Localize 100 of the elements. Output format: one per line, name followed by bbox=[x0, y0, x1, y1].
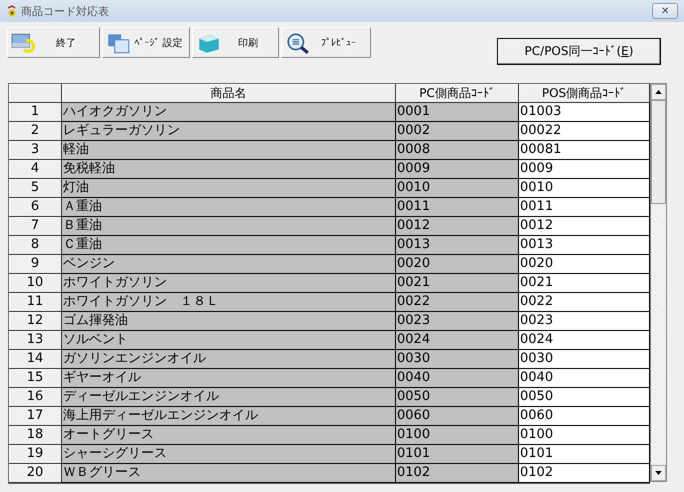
table-cell[interactable]: 海上用ディーゼルエンジンオイル bbox=[62, 407, 396, 426]
row-header[interactable]: 12 bbox=[9, 312, 62, 331]
scroll-down-button[interactable] bbox=[651, 465, 666, 481]
table-cell[interactable]: ディーゼルエンジンオイル bbox=[62, 388, 396, 407]
table-cell[interactable]: 0008 bbox=[396, 141, 519, 160]
table-cell[interactable]: 免税軽油 bbox=[62, 160, 396, 179]
table-cell[interactable]: レギュラーガソリン bbox=[62, 122, 396, 141]
row-header[interactable]: 1 bbox=[9, 103, 62, 122]
table-cell[interactable]: 0011 bbox=[396, 198, 519, 217]
table-cell[interactable]: ホワイトガソリン bbox=[62, 274, 396, 293]
table-cell[interactable]: 0010 bbox=[396, 179, 519, 198]
table-cell[interactable]: ソルベント bbox=[62, 331, 396, 350]
table-cell[interactable]: Ａ重油 bbox=[62, 198, 396, 217]
table-cell[interactable]: ベンジン bbox=[62, 255, 396, 274]
table-cell[interactable]: 01003 bbox=[519, 103, 650, 122]
table-cell[interactable]: ハイオクガソリン bbox=[62, 103, 396, 122]
table-cell[interactable]: Ｃ重油 bbox=[62, 236, 396, 255]
row-header[interactable]: 15 bbox=[9, 369, 62, 388]
row-header[interactable]: 11 bbox=[9, 293, 62, 312]
row-header[interactable]: 8 bbox=[9, 236, 62, 255]
table-cell[interactable]: 0101 bbox=[519, 445, 650, 464]
table-cell[interactable]: 0022 bbox=[396, 293, 519, 312]
table-cell[interactable]: 00081 bbox=[519, 141, 650, 160]
row-header[interactable]: 14 bbox=[9, 350, 62, 369]
row-header[interactable]: 7 bbox=[9, 217, 62, 236]
row-header[interactable]: 6 bbox=[9, 198, 62, 217]
table-cell[interactable]: 0050 bbox=[519, 388, 650, 407]
table-cell[interactable]: 0040 bbox=[396, 369, 519, 388]
table-cell[interactable]: 0021 bbox=[396, 274, 519, 293]
table-cell[interactable]: 0011 bbox=[519, 198, 650, 217]
scroll-up-button[interactable] bbox=[651, 84, 666, 100]
pages-icon bbox=[106, 32, 132, 54]
down-arrow-icon bbox=[655, 471, 662, 475]
table-cell[interactable]: シャーシグリース bbox=[62, 445, 396, 464]
table-cell[interactable]: ホワイトガソリン １８Ｌ bbox=[62, 293, 396, 312]
table-cell[interactable]: 0020 bbox=[396, 255, 519, 274]
row-header[interactable]: 10 bbox=[9, 274, 62, 293]
row-header[interactable]: 4 bbox=[9, 160, 62, 179]
up-arrow-icon bbox=[655, 90, 662, 94]
monitor-arrow-icon bbox=[11, 32, 37, 54]
row-header[interactable]: 5 bbox=[9, 179, 62, 198]
table-cell[interactable]: ギヤーオイル bbox=[62, 369, 396, 388]
table-cell[interactable]: 0009 bbox=[396, 160, 519, 179]
window-title: 商品コード対応表 bbox=[21, 4, 110, 18]
row-header[interactable]: 16 bbox=[9, 388, 62, 407]
table-cell[interactable]: 0030 bbox=[396, 350, 519, 369]
table-cell[interactable]: 0102 bbox=[519, 464, 650, 483]
column-header[interactable]: POS側商品ｺｰﾄﾞ bbox=[519, 84, 650, 103]
table-cell[interactable]: 0024 bbox=[396, 331, 519, 350]
row-header[interactable]: 13 bbox=[9, 331, 62, 350]
same-code-button[interactable]: PC/POS同一ｺｰﾄﾞ(E) bbox=[497, 38, 661, 65]
table-cell[interactable]: ゴム揮発油 bbox=[62, 312, 396, 331]
row-header[interactable]: 17 bbox=[9, 407, 62, 426]
table-cell[interactable]: 0020 bbox=[519, 255, 650, 274]
table-cell[interactable]: 0100 bbox=[396, 426, 519, 445]
table-cell[interactable]: 0023 bbox=[519, 312, 650, 331]
page-setup-button[interactable]: ﾍﾟｰｼﾞ 設定 bbox=[102, 27, 190, 58]
table-cell[interactable]: 0010 bbox=[519, 179, 650, 198]
app-icon bbox=[6, 5, 18, 17]
table-cell[interactable]: 0102 bbox=[396, 464, 519, 483]
table-cell[interactable]: オートグリース bbox=[62, 426, 396, 445]
column-header[interactable]: 商品名 bbox=[62, 84, 396, 103]
row-header[interactable]: 9 bbox=[9, 255, 62, 274]
table-cell[interactable]: 0050 bbox=[396, 388, 519, 407]
table-cell[interactable]: 0101 bbox=[396, 445, 519, 464]
table-cell[interactable]: Ｂ重油 bbox=[62, 217, 396, 236]
table-cell[interactable]: 0060 bbox=[396, 407, 519, 426]
table-cell[interactable]: 灯油 bbox=[62, 179, 396, 198]
table-cell[interactable]: 0060 bbox=[519, 407, 650, 426]
row-header[interactable]: 19 bbox=[9, 445, 62, 464]
corner-header bbox=[9, 84, 62, 103]
row-header[interactable]: 2 bbox=[9, 122, 62, 141]
table-cell[interactable]: 0002 bbox=[396, 122, 519, 141]
table-cell[interactable]: ＷＢグリース bbox=[62, 464, 396, 483]
row-header[interactable]: 20 bbox=[9, 464, 62, 483]
row-header[interactable]: 3 bbox=[9, 141, 62, 160]
table-cell[interactable]: 0009 bbox=[519, 160, 650, 179]
table-cell[interactable]: 0012 bbox=[519, 217, 650, 236]
table-cell[interactable]: 0013 bbox=[396, 236, 519, 255]
table-cell[interactable]: ガソリンエンジンオイル bbox=[62, 350, 396, 369]
table-cell[interactable]: 0040 bbox=[519, 369, 650, 388]
print-button[interactable]: 印刷 bbox=[192, 27, 279, 58]
exit-button[interactable]: 終了 bbox=[7, 27, 100, 58]
table-cell[interactable]: 0030 bbox=[519, 350, 650, 369]
table-cell[interactable]: 0021 bbox=[519, 274, 650, 293]
table-cell[interactable]: 0100 bbox=[519, 426, 650, 445]
table-cell[interactable]: 00022 bbox=[519, 122, 650, 141]
column-header[interactable]: PC側商品ｺｰﾄﾞ bbox=[396, 84, 519, 103]
preview-button[interactable]: ﾌﾟﾚﾋﾞｭｰ bbox=[281, 27, 371, 58]
scroll-thumb[interactable] bbox=[651, 100, 666, 204]
close-button[interactable]: ✕ bbox=[652, 3, 678, 19]
table-cell[interactable]: 0012 bbox=[396, 217, 519, 236]
table-cell[interactable]: 0022 bbox=[519, 293, 650, 312]
table-cell[interactable]: 0024 bbox=[519, 331, 650, 350]
table-cell[interactable]: 0023 bbox=[396, 312, 519, 331]
row-header[interactable]: 18 bbox=[9, 426, 62, 445]
table-cell[interactable]: 軽油 bbox=[62, 141, 396, 160]
scrollbar[interactable] bbox=[650, 83, 667, 482]
table-cell[interactable]: 0013 bbox=[519, 236, 650, 255]
table-cell[interactable]: 0001 bbox=[396, 103, 519, 122]
